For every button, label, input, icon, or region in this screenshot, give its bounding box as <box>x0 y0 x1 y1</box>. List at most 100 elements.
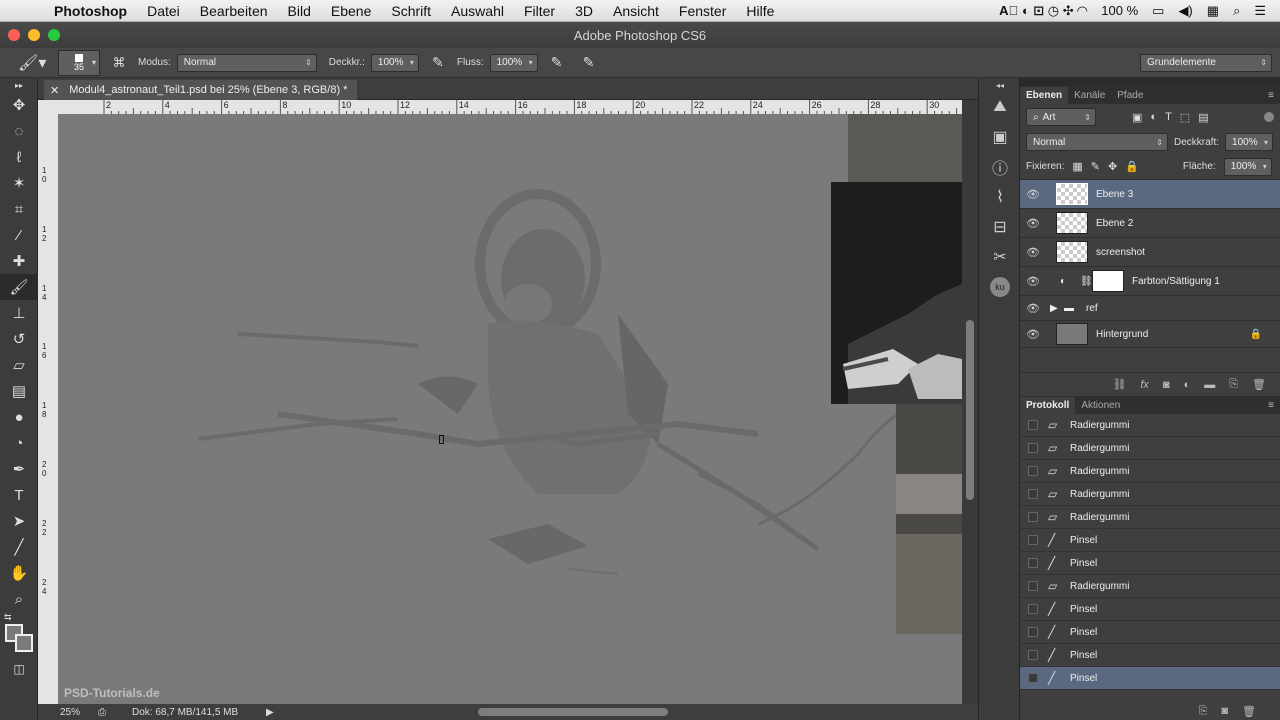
new-group-icon[interactable]: ▬ <box>1204 379 1215 391</box>
history-state[interactable]: ╱ Pinsel <box>1020 667 1280 690</box>
history-state[interactable]: ╱ Pinsel <box>1020 621 1280 644</box>
adjustments-icon[interactable]: ⊟ <box>979 212 1021 242</box>
vertical-scroll-thumb[interactable] <box>966 320 974 500</box>
minimize-window-button[interactable] <box>28 29 40 41</box>
new-layer-icon[interactable]: ⎘ <box>1229 378 1238 391</box>
history-source-checkbox[interactable] <box>1028 650 1038 660</box>
zoom-tool-icon[interactable]: ⌕ <box>0 586 38 612</box>
lasso-tool-icon[interactable]: ℓ <box>0 144 38 170</box>
battery-percent[interactable]: 100 % <box>1101 3 1138 18</box>
notification-center-icon[interactable]: ☰ <box>1254 3 1266 19</box>
dock-collapse-icon[interactable]: ◂◂ <box>979 78 1021 92</box>
menu-filter[interactable]: Filter <box>514 3 565 19</box>
layer-filter-select[interactable]: ⌕ Art ⇕ <box>1026 108 1096 126</box>
layer-name[interactable]: Hintergrund <box>1096 329 1148 340</box>
flow-input[interactable]: 100% ▾ <box>489 53 538 72</box>
layer-style-fx-icon[interactable]: fx <box>1140 379 1149 391</box>
mask-link-icon[interactable]: ⛓ <box>1080 276 1093 287</box>
healing-brush-icon[interactable]: ✚ <box>0 248 38 274</box>
vertical-ruler[interactable]: 1 0 1 2 1 4 1 6 1 8 2 0 2 2 2 4 <box>38 114 58 704</box>
menu-fenster[interactable]: Fenster <box>669 3 736 19</box>
history-source-checkbox[interactable] <box>1028 512 1038 522</box>
filter-type-icon[interactable]: T <box>1165 111 1172 123</box>
tab-kanaele[interactable]: Kanäle <box>1068 87 1111 104</box>
layer-group-row[interactable]: 👁 ▶ ▬ ref <box>1020 296 1280 321</box>
history-source-checkbox[interactable] <box>1028 581 1038 591</box>
menu-datei[interactable]: Datei <box>137 3 190 19</box>
menu-extra-icon[interactable]: ▦ <box>1207 3 1219 19</box>
layer-row[interactable]: 👁 Ebene 2 <box>1020 209 1280 238</box>
status-icons[interactable]: A⃞ ◐ ⊡ ◷ ✣ ◠ <box>999 3 1087 19</box>
filter-toggle-icon[interactable] <box>1264 112 1274 122</box>
horizontal-scrollbar[interactable] <box>478 708 668 716</box>
horizontal-ruler[interactable]: 2 4 6 8 10 12 14 16 18 20 22 24 26 28 30 <box>58 100 962 114</box>
history-source-checkbox[interactable] <box>1028 535 1038 545</box>
status-export-icon[interactable]: ⎙ <box>98 707 122 718</box>
close-document-icon[interactable]: ✕ <box>50 84 59 97</box>
new-document-from-state-icon[interactable]: ⎘ <box>1199 705 1208 718</box>
history-state[interactable]: ╱ Pinsel <box>1020 552 1280 575</box>
history-state[interactable]: ▱ Radiergummi <box>1020 483 1280 506</box>
type-tool-icon[interactable]: T <box>0 482 38 508</box>
panel-collapse-strip[interactable] <box>1020 78 1280 86</box>
history-source-checkbox[interactable] <box>1028 673 1038 683</box>
menu-ebene[interactable]: Ebene <box>321 3 381 19</box>
history-source-checkbox[interactable] <box>1028 466 1038 476</box>
ruler-origin[interactable] <box>38 100 58 114</box>
gradient-tool-icon[interactable]: ▤ <box>0 378 38 404</box>
quick-mask-icon[interactable]: ◫ <box>0 656 38 682</box>
info-icon[interactable]: ⓘ <box>979 152 1021 182</box>
eyedropper-icon[interactable]: ⁄ <box>0 222 38 248</box>
delete-state-icon[interactable]: 🗑 <box>1242 705 1256 718</box>
lock-pixels-icon[interactable]: ✎ <box>1091 160 1100 173</box>
swap-colors-icon[interactable]: ⇆ <box>4 612 12 623</box>
history-state[interactable]: ▱ Radiergummi <box>1020 575 1280 598</box>
hand-tool-icon[interactable]: ✋ <box>0 560 38 586</box>
expand-group-icon[interactable]: ▶ <box>1050 303 1064 314</box>
toolbox-collapse-icon[interactable]: ▸▸ <box>0 78 38 92</box>
document-tab[interactable]: ✕ Modul4_astronaut_Teil1.psd bei 25% (Eb… <box>44 80 358 100</box>
zoom-level[interactable]: 25% <box>38 707 88 718</box>
histogram-icon[interactable]: ⛰ <box>979 92 1021 122</box>
lock-all-icon[interactable]: 🔒 <box>1125 160 1139 173</box>
clone-stamp-icon[interactable]: ⊥ <box>0 300 38 326</box>
fill-input[interactable]: 100% ▾ <box>1223 157 1272 176</box>
line-tool-icon[interactable]: ╱ <box>0 534 38 560</box>
mode-select[interactable]: Normal ⇕ <box>176 53 317 72</box>
add-mask-icon[interactable]: ◙ <box>1163 379 1170 391</box>
eraser-tool-icon[interactable]: ▱ <box>0 352 38 378</box>
menu-schrift[interactable]: Schrift <box>381 3 441 19</box>
elliptical-marquee-icon[interactable]: ◌ <box>0 118 38 144</box>
magic-wand-icon[interactable]: ✶ <box>0 170 38 196</box>
layer-name[interactable]: ref <box>1086 303 1098 314</box>
opacity-input[interactable]: 100% ▾ <box>370 53 419 72</box>
workspace-select[interactable]: Grundelemente ⇕ <box>1140 53 1272 72</box>
history-source-checkbox[interactable] <box>1028 489 1038 499</box>
filter-adjustment-icon[interactable]: ◐ <box>1150 111 1157 123</box>
tab-pfade[interactable]: Pfade <box>1111 87 1149 104</box>
history-source-checkbox[interactable] <box>1028 420 1038 430</box>
history-state[interactable]: ▱ Radiergummi <box>1020 437 1280 460</box>
layer-name[interactable]: Ebene 2 <box>1096 218 1133 229</box>
history-brush-icon[interactable]: ↺ <box>0 326 38 352</box>
path-selection-icon[interactable]: ➤ <box>0 508 38 534</box>
layer-row[interactable]: 👁 Ebene 3 <box>1020 180 1280 209</box>
filter-smartobject-icon[interactable]: ▤ <box>1198 111 1208 124</box>
vertical-scrollbar[interactable] <box>962 100 978 704</box>
brush-tool-preset-icon[interactable]: 🖌▾ <box>18 53 52 73</box>
spotlight-search-icon[interactable]: ⌕ <box>1233 3 1240 19</box>
visibility-eye-icon[interactable]: 👁 <box>1020 246 1046 259</box>
color-swatches[interactable]: ⇆ <box>0 612 37 656</box>
blend-mode-select[interactable]: Normal ⇕ <box>1026 133 1168 151</box>
menu-3d[interactable]: 3D <box>565 3 603 19</box>
layer-name[interactable]: Farbton/Sättigung 1 <box>1132 276 1220 287</box>
layer-row[interactable]: 👁 ◐ ⛓ Farbton/Sättigung 1 <box>1020 267 1280 296</box>
blur-tool-icon[interactable]: ● <box>0 404 38 430</box>
pressure-opacity-icon[interactable]: ✎ <box>425 54 451 71</box>
visibility-eye-icon[interactable]: 👁 <box>1020 217 1046 230</box>
brush-panel-toggle-icon[interactable]: ⌘ <box>106 55 132 71</box>
visibility-eye-icon[interactable]: 👁 <box>1020 328 1046 341</box>
navigator-icon[interactable]: ▣ <box>979 122 1021 152</box>
history-source-checkbox[interactable] <box>1028 604 1038 614</box>
airbrush-icon[interactable]: ✎ <box>544 54 570 71</box>
